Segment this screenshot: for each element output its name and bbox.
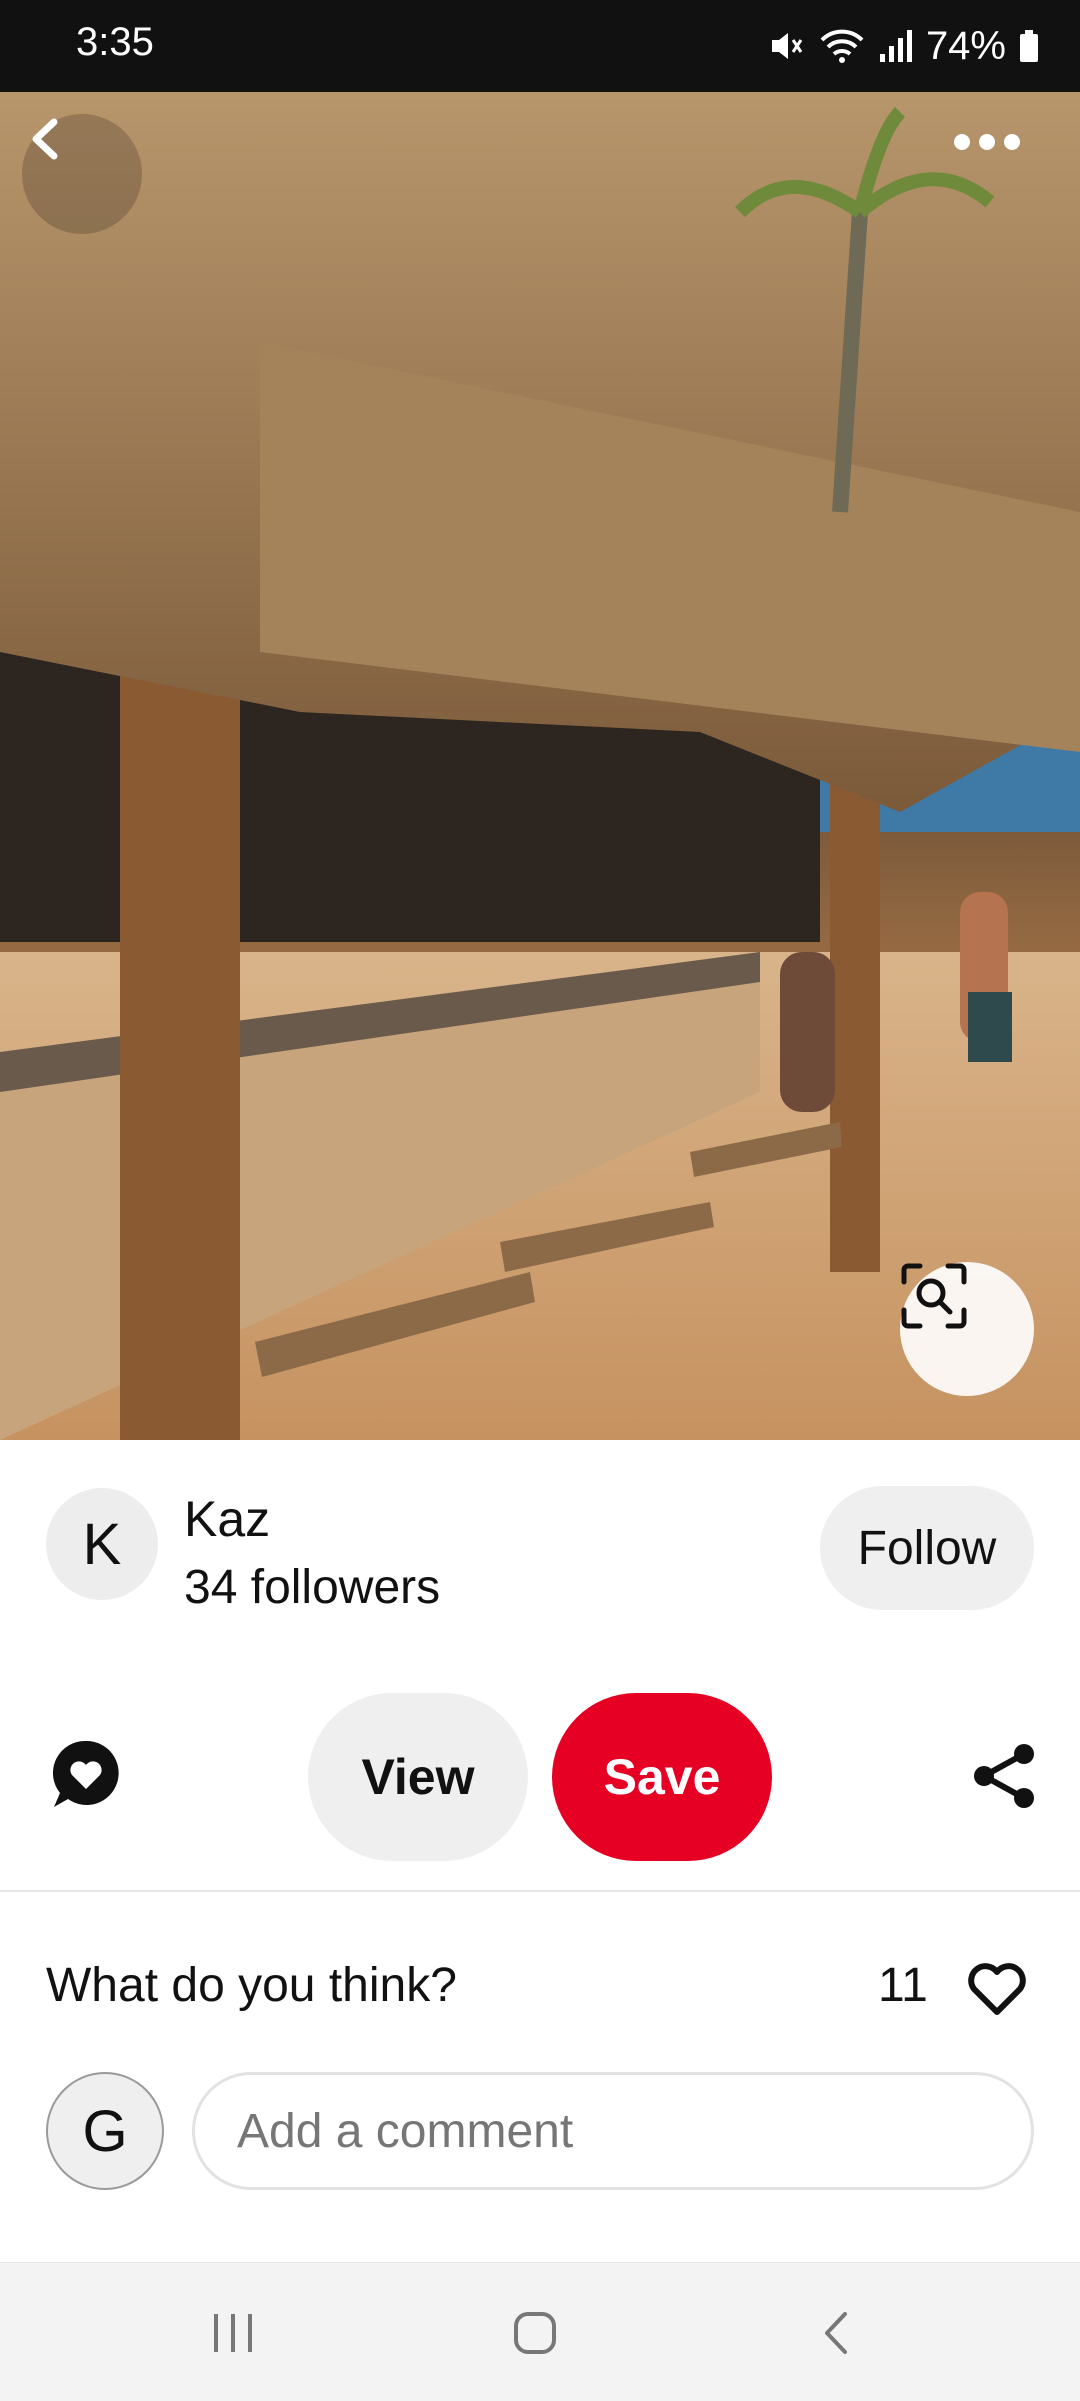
follow-button[interactable]: Follow (820, 1486, 1034, 1610)
battery-percent: 74% (925, 23, 1006, 68)
back-nav-icon (825, 2312, 847, 2354)
like-count: 11 (878, 1959, 928, 2012)
action-row: View Save (0, 1690, 1080, 1861)
battery-icon (1020, 30, 1038, 62)
divider (0, 1890, 1080, 1892)
back-icon (32, 118, 58, 160)
home-button[interactable] (490, 2293, 580, 2373)
visual-search-button[interactable] (900, 1262, 1034, 1396)
status-icons: 74% (766, 18, 1040, 74)
more-icon (954, 134, 1020, 150)
home-icon (514, 2312, 556, 2354)
pin-image[interactable] (0, 92, 1080, 1440)
back-nav-button[interactable] (792, 2293, 882, 2373)
signal-icon (879, 30, 912, 62)
status-time: 3:35 (76, 20, 154, 64)
creator-followers: 34 followers (184, 1561, 441, 1614)
wifi-icon (820, 29, 864, 63)
system-nav-bar (0, 2262, 1080, 2401)
creator-avatar[interactable]: K (46, 1488, 158, 1600)
recents-icon (214, 2314, 252, 2352)
back-button[interactable] (22, 114, 142, 234)
comments-title: What do you think? (46, 1959, 457, 2012)
mute-icon (771, 33, 803, 59)
visual-search-icon (901, 1263, 967, 1329)
more-options-button[interactable] (952, 132, 1062, 192)
creator-row: K Kaz 34 followers Follow (0, 1440, 1080, 1660)
status-bar: 3:35 74% (0, 0, 1080, 92)
creator-name[interactable]: Kaz (184, 1490, 270, 1548)
beach-bar-illustration (0, 92, 1080, 1440)
comment-input[interactable] (192, 2072, 1034, 2190)
comment-heart-icon[interactable] (46, 1735, 126, 1815)
share-icon[interactable] (968, 1740, 1040, 1812)
heart-icon[interactable] (966, 1958, 1028, 2020)
user-avatar: G (46, 2072, 164, 2190)
view-button[interactable]: View (308, 1693, 528, 1861)
recents-button[interactable] (188, 2293, 278, 2373)
save-button[interactable]: Save (552, 1693, 772, 1861)
